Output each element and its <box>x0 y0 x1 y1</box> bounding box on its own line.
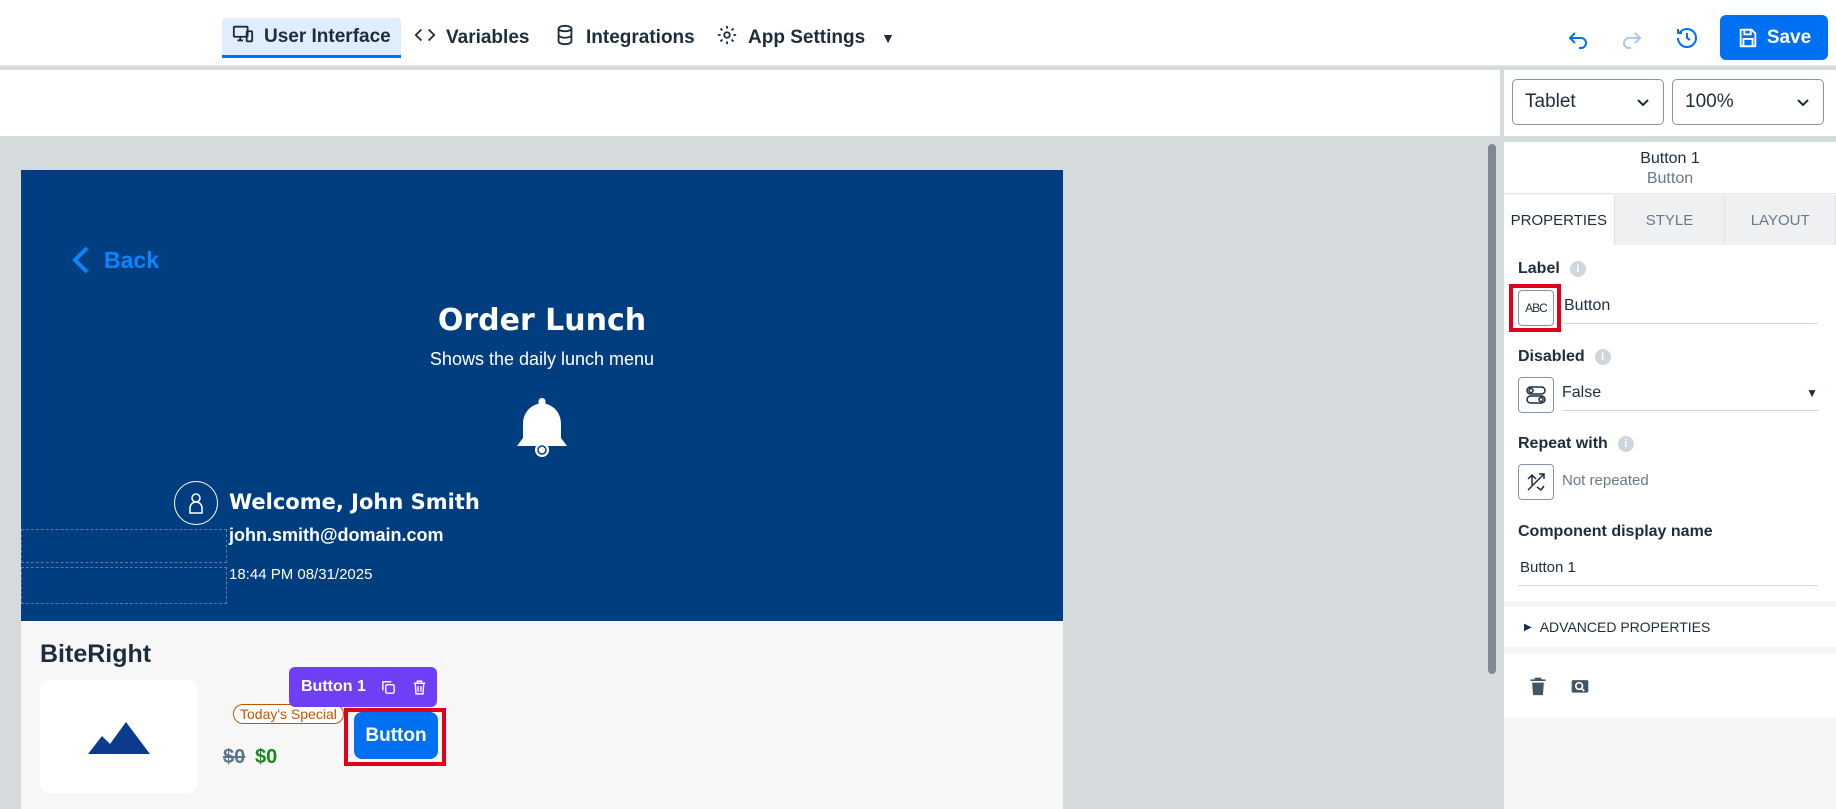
avatar[interactable] <box>174 481 218 525</box>
floppy-disk-icon <box>1739 28 1757 47</box>
menu-item-image[interactable] <box>40 680 198 793</box>
database-icon <box>554 24 576 52</box>
display-name-input[interactable]: Button 1 <box>1518 550 1818 586</box>
component-type: Button <box>1646 170 1694 187</box>
back-label: Back <box>104 246 159 273</box>
inspect-icon[interactable] <box>1570 676 1590 696</box>
page-subtitle: Shows the daily lunch menu <box>429 349 655 369</box>
tab-layout[interactable]: LAYOUT <box>1725 195 1836 245</box>
chevron-down-icon <box>1797 99 1809 107</box>
person-icon <box>189 493 203 514</box>
disabled-property-title: Disabled i <box>1518 348 1611 366</box>
tab-style[interactable]: STYLE <box>1615 195 1726 245</box>
disabled-select[interactable]: False ▼ <box>1562 375 1818 411</box>
advanced-properties-toggle[interactable]: ▶ ADVANCED PROPERTIES <box>1504 607 1836 647</box>
user-email: john.smith@domain.com <box>229 525 444 545</box>
top-bar: User Interface Variables Integrations Ap… <box>0 0 1836 66</box>
restaurant-name: BiteRight <box>40 640 152 668</box>
original-price: $0 <box>223 746 246 768</box>
layout-placeholder <box>21 567 227 604</box>
label-input[interactable]: Button <box>1564 288 1818 324</box>
label-type-highlight <box>1509 284 1561 332</box>
current-datetime: 18:44 PM 08/31/2025 <box>229 566 373 583</box>
info-icon[interactable]: i <box>1617 436 1634 452</box>
save-label: Save <box>1766 26 1812 48</box>
component-name: Button 1 <box>1640 150 1700 167</box>
tab-label: App Settings <box>748 27 866 48</box>
tab-label: User Interface <box>264 25 391 47</box>
tab-variables[interactable]: Variables <box>404 18 539 58</box>
panel-tabs: PROPERTIES STYLE LAYOUT <box>1504 195 1836 245</box>
info-icon[interactable]: i <box>1594 349 1611 365</box>
monitor-phone-icon <box>232 23 254 51</box>
tab-properties[interactable]: PROPERTIES <box>1504 195 1615 245</box>
tab-integrations[interactable]: Integrations <box>544 18 705 58</box>
delete-icon[interactable] <box>1528 676 1548 696</box>
component-header: Button 1 Button <box>1504 142 1836 194</box>
gear-icon <box>716 24 738 52</box>
repeat-type-button[interactable] <box>1518 464 1554 500</box>
chevron-left-icon <box>72 246 89 274</box>
panel-actions <box>1504 654 1836 718</box>
redo-icon <box>1623 32 1642 49</box>
canvas-toolbar <box>0 70 1500 136</box>
device-toolbar: Tablet 100% <box>1504 70 1836 136</box>
undo-button[interactable] <box>1560 20 1596 56</box>
undo-icon <box>1568 32 1587 49</box>
device-value: Tablet <box>1525 91 1576 112</box>
toggle-icon <box>1526 386 1546 404</box>
tab-app-settings[interactable]: App Settings ▼ <box>706 18 905 58</box>
tab-label: Variables <box>446 27 530 48</box>
selection-label: Button 1 <box>301 678 366 695</box>
image-placeholder-icon <box>88 721 150 754</box>
copy-icon[interactable] <box>380 679 397 696</box>
save-button[interactable]: Save <box>1720 15 1828 60</box>
caret-down-icon: ▼ <box>1806 385 1818 400</box>
selection-toolbar: Button 1 <box>289 667 437 707</box>
redo-button[interactable] <box>1614 20 1650 56</box>
info-icon[interactable]: i <box>1569 261 1586 277</box>
current-price: $0 <box>255 746 278 768</box>
bell-icon[interactable] <box>511 394 573 458</box>
caret-down-icon[interactable]: ▼ <box>881 30 895 46</box>
welcome-text: Welcome, John Smith <box>229 490 480 514</box>
repeat-icon <box>1527 473 1545 492</box>
code-icon <box>414 24 436 52</box>
history-icon <box>1677 27 1697 48</box>
display-name-title: Component display name <box>1518 523 1713 540</box>
chevron-down-icon <box>1637 99 1649 107</box>
repeat-property-title: Repeat with i <box>1518 435 1634 453</box>
device-select[interactable]: Tablet <box>1512 79 1664 125</box>
tab-label: Integrations <box>586 27 695 48</box>
canvas-scrollbar[interactable] <box>1488 144 1496 674</box>
selected-button-highlight <box>344 708 446 766</box>
repeat-value[interactable]: Not repeated <box>1562 462 1818 498</box>
zoom-value: 100% <box>1685 91 1734 112</box>
special-badge: Today's Special <box>233 704 344 724</box>
back-link[interactable]: Back <box>70 245 159 275</box>
trash-icon[interactable] <box>411 679 428 696</box>
zoom-select[interactable]: 100% <box>1672 79 1824 125</box>
caret-right-icon: ▶ <box>1524 621 1532 633</box>
label-property-title: Label i <box>1518 260 1586 278</box>
history-button[interactable] <box>1669 20 1705 56</box>
disabled-type-button[interactable] <box>1518 377 1554 413</box>
layout-placeholder <box>21 529 227 563</box>
tab-user-interface[interactable]: User Interface <box>222 18 401 58</box>
page-title: Order Lunch <box>437 303 647 338</box>
